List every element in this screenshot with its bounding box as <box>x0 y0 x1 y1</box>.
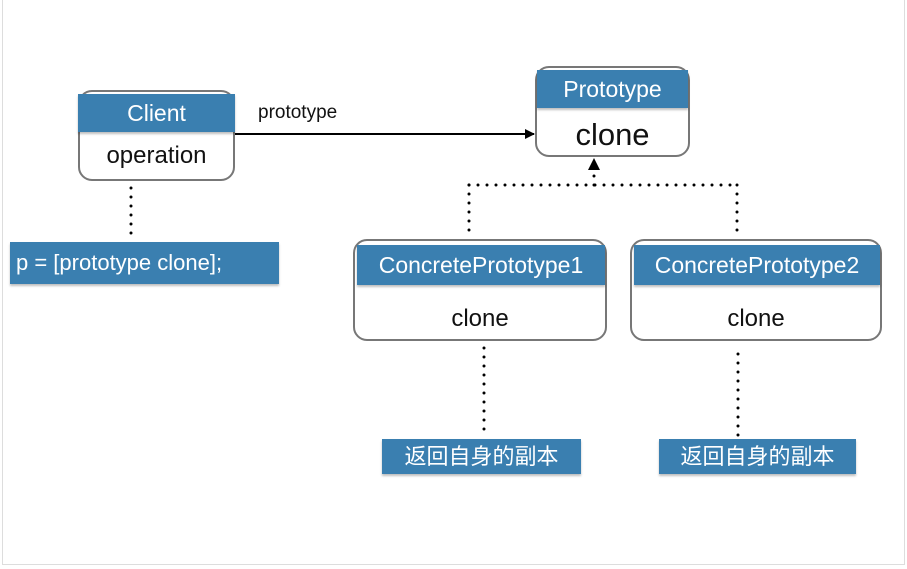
concrete-prototype2-method: clone <box>727 305 785 332</box>
prototype-method: clone <box>575 117 650 152</box>
client-class-name: Client <box>78 94 235 132</box>
inheritance-arrowhead <box>588 158 600 170</box>
concrete-prototype1-name: ConcretePrototype1 <box>357 245 605 285</box>
prototype-class-name: Prototype <box>537 70 688 108</box>
client-operation: operation <box>106 142 207 169</box>
association-label: prototype <box>258 102 338 123</box>
concrete-prototype1-method: clone <box>451 305 509 332</box>
concrete-prototype2-name: ConcretePrototype2 <box>634 245 880 285</box>
concrete1-note: 返回自身的副本 <box>382 439 581 474</box>
prototype-class[interactable]: Prototype clone <box>535 66 690 157</box>
client-note: p = [prototype clone]; <box>10 242 279 284</box>
client-class[interactable]: Client operation <box>78 90 235 181</box>
concrete-prototype2-class[interactable]: ConcretePrototype2 clone <box>630 239 882 341</box>
concrete-prototype1-class[interactable]: ConcretePrototype1 clone <box>353 239 607 341</box>
concrete2-note: 返回自身的副本 <box>659 439 856 474</box>
